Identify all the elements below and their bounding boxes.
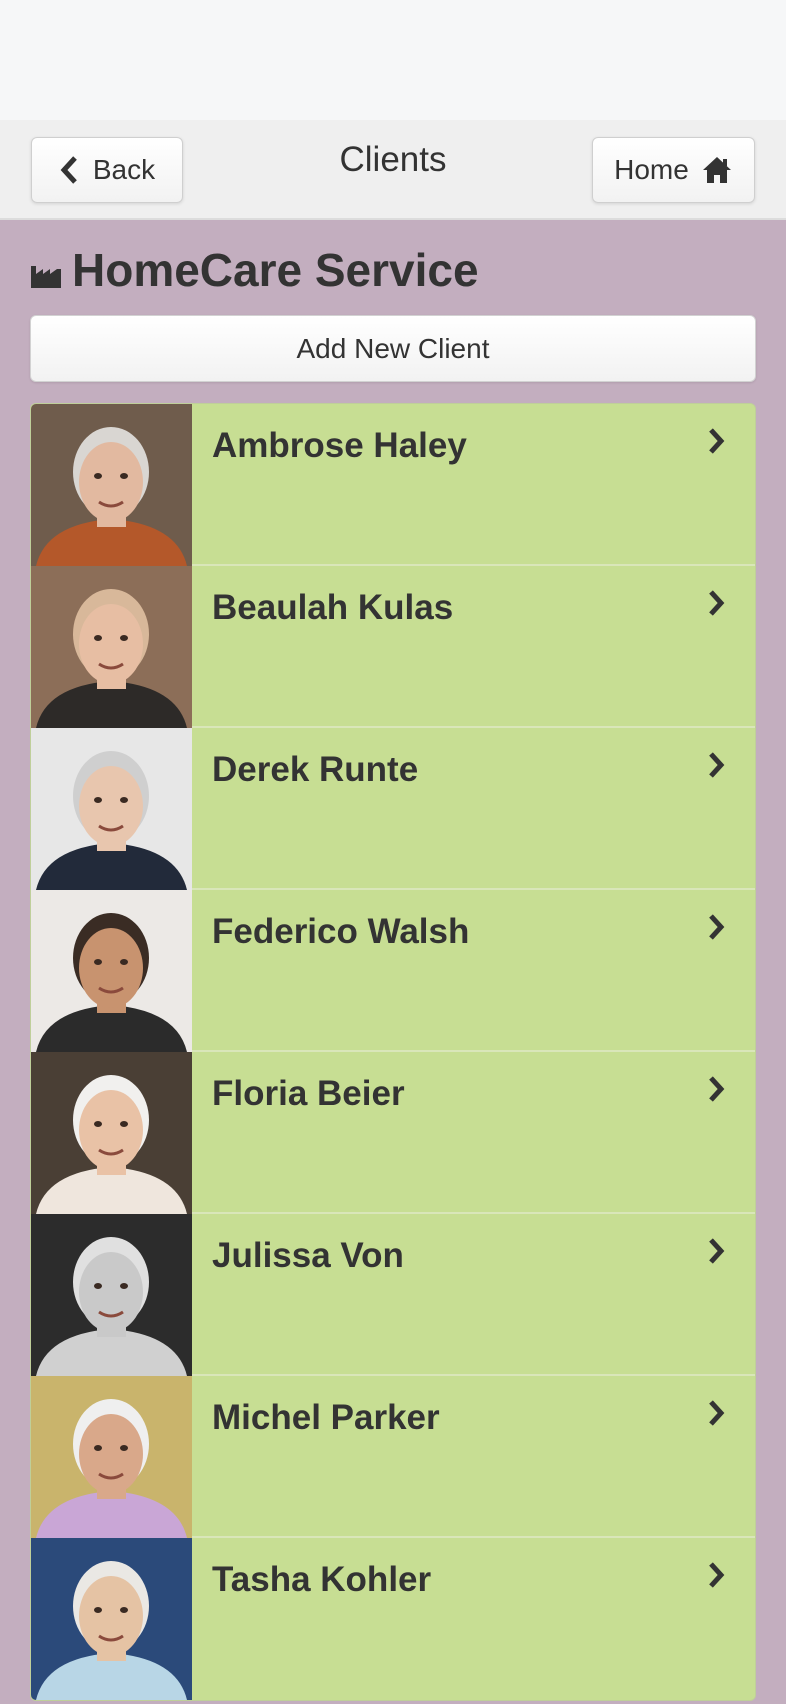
client-name: Derek Runte — [212, 750, 419, 789]
chevron-right-icon — [709, 1562, 725, 1588]
chevron-right-icon — [709, 914, 725, 940]
client-photo — [31, 1052, 192, 1214]
client-photo — [31, 728, 192, 890]
client-name: Julissa Von — [212, 1236, 404, 1275]
chevron-right-icon — [709, 428, 725, 454]
chevron-right-icon — [709, 590, 725, 616]
client-photo — [31, 890, 192, 1052]
brand-title: HomeCare Service — [72, 244, 479, 296]
chevron-right-icon — [709, 1400, 725, 1426]
home-button-label: Home — [614, 154, 689, 185]
client-list-item[interactable]: Michel Parker — [31, 1376, 755, 1538]
client-photo-portrait — [31, 404, 192, 566]
client-photo — [31, 1376, 192, 1538]
client-photo-portrait — [31, 1376, 192, 1538]
client-photo-portrait — [31, 566, 192, 728]
client-list-item[interactable]: Derek Runte — [31, 728, 755, 890]
client-list-item[interactable]: Tasha Kohler — [31, 1538, 755, 1700]
client-list-item[interactable]: Federico Walsh — [31, 890, 755, 1052]
client-photo-portrait — [31, 1052, 192, 1214]
client-list-item[interactable]: Beaulah Kulas — [31, 566, 755, 728]
chevron-right-icon — [709, 752, 725, 778]
client-photo — [31, 1538, 192, 1700]
client-photo-portrait — [31, 890, 192, 1052]
client-name: Michel Parker — [212, 1398, 440, 1437]
client-list-item[interactable]: Floria Beier — [31, 1052, 755, 1214]
client-photo — [31, 566, 192, 728]
chevron-right-icon — [709, 1238, 725, 1264]
chevron-right-icon — [709, 1076, 725, 1102]
client-name: Floria Beier — [212, 1074, 405, 1113]
status-bar-area — [0, 0, 786, 120]
header-bar: Back Clients Home — [0, 120, 786, 220]
client-photo — [31, 404, 192, 566]
client-photo — [31, 1214, 192, 1376]
client-list-item[interactable]: Julissa Von — [31, 1214, 755, 1376]
client-name: Beaulah Kulas — [212, 588, 454, 627]
client-name: Federico Walsh — [212, 912, 470, 951]
client-list: Ambrose Haley Beaulah Kulas Derek Runte Fed… — [30, 403, 756, 1701]
add-new-client-label: Add New Client — [296, 332, 490, 364]
client-photo-portrait — [31, 728, 192, 890]
home-button[interactable]: Home — [592, 137, 755, 203]
home-icon — [702, 157, 731, 183]
client-photo-portrait — [31, 1538, 192, 1700]
brand-heading: HomeCare Service — [30, 240, 479, 300]
client-name: Ambrose Haley — [212, 426, 467, 465]
client-list-item[interactable]: Ambrose Haley — [31, 404, 755, 566]
factory-icon — [31, 266, 61, 288]
client-name: Tasha Kohler — [212, 1560, 432, 1599]
client-photo-portrait — [31, 1214, 192, 1376]
add-new-client-button[interactable]: Add New Client — [30, 315, 756, 382]
